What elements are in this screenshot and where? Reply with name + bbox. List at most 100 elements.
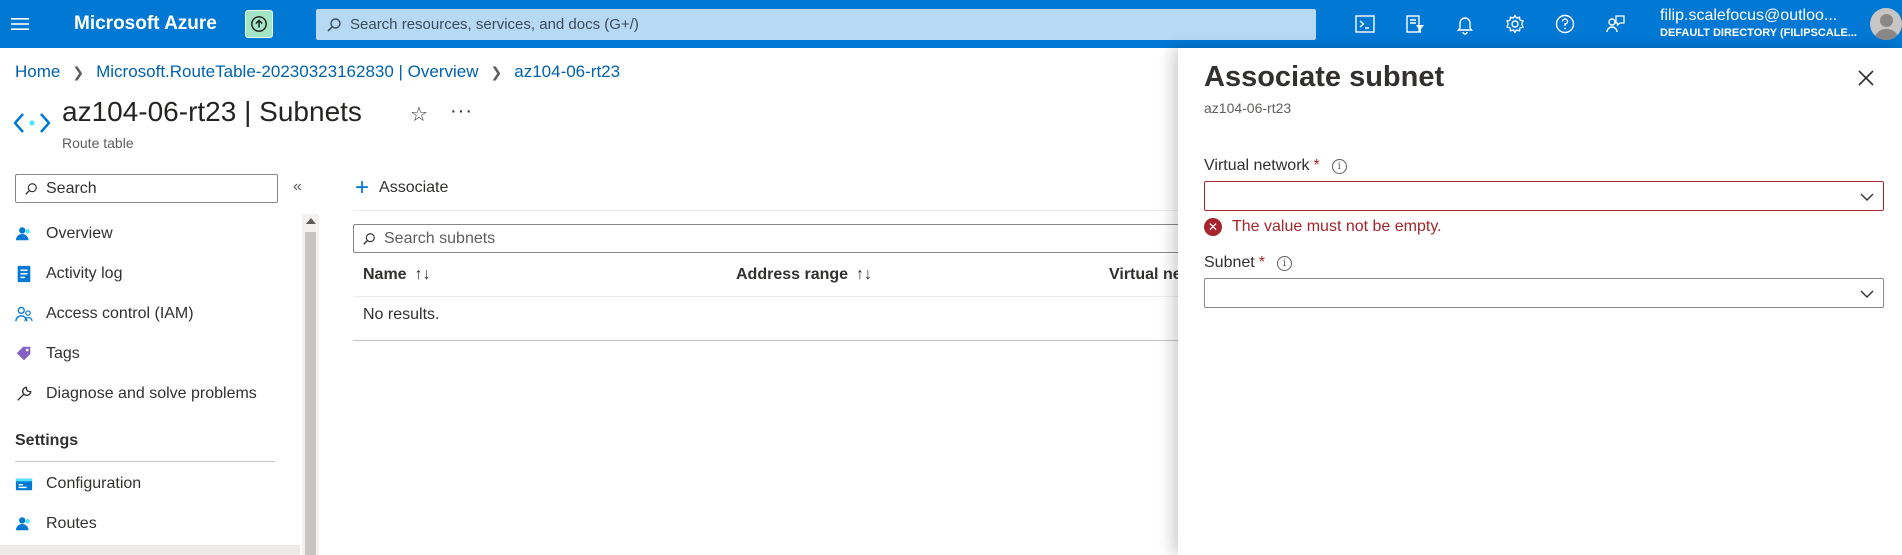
info-icon[interactable]: i: [1276, 255, 1292, 271]
arrow-up-circle-icon: [250, 16, 267, 32]
associate-label: Associate: [379, 179, 449, 196]
breadcrumb-home[interactable]: Home: [15, 62, 60, 82]
resource-name: az104-06-rt23: [62, 96, 237, 127]
required-mark: *: [1258, 254, 1265, 271]
nav-item-label: Overview: [46, 225, 113, 242]
breadcrumb: Home ❯ Microsoft.RouteTable-202303231628…: [15, 62, 620, 82]
nav-search-placeholder: Search: [46, 179, 97, 197]
hamburger-icon: [11, 18, 29, 30]
nav-item-activity-log[interactable]: Activity log: [0, 254, 300, 294]
account-directory: DEFAULT DIRECTORY (FILIPSCALE...: [1660, 27, 1857, 39]
gear-icon: [1506, 14, 1524, 34]
subnet-search-placeholder: Search subnets: [384, 229, 496, 247]
required-mark: *: [1313, 157, 1320, 174]
feedback-icon: [1606, 15, 1625, 33]
portal-menu-button[interactable]: [0, 0, 40, 48]
people-icon: [15, 306, 33, 322]
no-results-text: No results.: [363, 306, 440, 323]
tag-icon: [16, 346, 31, 361]
column-header-label: Name: [363, 266, 407, 283]
breadcrumb-route-table[interactable]: az104-06-rt23: [514, 62, 620, 82]
nav-item-label: Activity log: [46, 265, 123, 282]
table-bottom-divider: [353, 340, 1183, 341]
nav-item-routes[interactable]: Routes: [0, 504, 300, 544]
breadcrumb-routetable-overview[interactable]: Microsoft.RouteTable-20230323162830 | Ov…: [96, 62, 478, 82]
nav-item-label: Configuration: [46, 475, 142, 492]
nav-item-tags[interactable]: Tags: [0, 334, 300, 374]
search-icon: [363, 232, 375, 245]
brand-title[interactable]: Microsoft Azure: [74, 13, 217, 35]
upgrade-button[interactable]: [244, 10, 273, 38]
chevron-down-icon: [1860, 290, 1874, 298]
column-header-name[interactable]: Name ↑↓: [363, 266, 431, 284]
directory-filter-button[interactable]: [1390, 0, 1440, 48]
scroll-up-icon[interactable]: [306, 218, 316, 224]
table-header-divider: [353, 296, 1183, 297]
panel-subtitle: az104-06-rt23: [1204, 100, 1292, 116]
virtual-network-label-text: Virtual network: [1204, 157, 1310, 174]
column-header-address-range[interactable]: Address range ↑↓: [736, 266, 872, 284]
panel-title: Associate subnet: [1204, 61, 1445, 93]
nav-scrollbar[interactable]: [302, 214, 319, 555]
column-header-virtual-network[interactable]: Virtual ne: [1109, 266, 1182, 284]
global-search-input[interactable]: Search resources, services, and docs (G+…: [316, 9, 1316, 40]
cloud-shell-button[interactable]: [1340, 0, 1390, 48]
sort-icon: ↑↓: [856, 266, 873, 283]
top-bar: Microsoft Azure Search resources, servic…: [0, 0, 1902, 48]
nav-item-configuration[interactable]: Configuration: [0, 464, 300, 504]
page-title: az104-06-rt23 | Subnets: [62, 96, 362, 128]
command-bar-divider: [353, 210, 1183, 211]
activity-log-icon: [17, 265, 31, 283]
virtual-network-dropdown[interactable]: [1204, 181, 1884, 211]
collapse-menu-icon[interactable]: «: [293, 178, 302, 196]
validation-error: ✕ The value must not be empty.: [1204, 218, 1442, 236]
chevron-right-icon: ❯: [490, 63, 503, 80]
global-search-placeholder: Search resources, services, and docs (G+…: [350, 16, 639, 33]
overview-icon: [15, 227, 30, 241]
account-email: filip.scalefocus@outloo...: [1660, 7, 1838, 24]
nav-section-settings: Settings: [15, 432, 79, 449]
nav-search-input[interactable]: Search: [15, 174, 278, 203]
favorite-star-icon[interactable]: ☆: [410, 102, 428, 127]
nav-item-overview[interactable]: Overview: [0, 214, 300, 254]
subnet-label-text: Subnet: [1204, 254, 1255, 271]
sort-icon: ↑↓: [414, 266, 431, 283]
subnet-dropdown[interactable]: [1204, 278, 1884, 308]
terminal-icon: [1355, 15, 1375, 33]
nav-item-label: Access control (IAM): [46, 305, 194, 322]
nav-menu: Overview Activity log Access control (IA…: [0, 214, 300, 414]
notifications-button[interactable]: [1440, 0, 1490, 48]
validation-error-text: The value must not be empty.: [1232, 218, 1442, 235]
column-header-label: Address range: [736, 266, 849, 283]
routes-icon: [15, 517, 30, 531]
page-subtitle: Route table: [62, 135, 134, 151]
nav-item-diagnose[interactable]: Diagnose and solve problems: [0, 374, 300, 414]
subnet-search-input[interactable]: Search subnets: [353, 224, 1183, 253]
settings-button[interactable]: [1490, 0, 1540, 48]
configuration-icon: [15, 478, 33, 491]
close-icon[interactable]: [1854, 66, 1878, 90]
associate-button[interactable]: + Associate: [355, 176, 448, 200]
scrollbar-thumb[interactable]: [305, 232, 316, 555]
more-options-icon[interactable]: ···: [450, 100, 473, 123]
nav-item-access-control[interactable]: Access control (IAM): [0, 294, 300, 334]
route-table-icon: [14, 113, 50, 133]
help-button[interactable]: [1540, 0, 1590, 48]
nav-item-label: Diagnose and solve problems: [46, 385, 257, 402]
directory-filter-icon: [1406, 15, 1424, 33]
plus-icon: +: [355, 174, 370, 201]
associate-subnet-panel: Associate subnet az104-06-rt23 Virtual n…: [1178, 48, 1902, 555]
help-icon: [1555, 14, 1575, 34]
nav-item-label: Routes: [46, 515, 97, 532]
feedback-button[interactable]: [1590, 0, 1640, 48]
search-icon: [25, 182, 37, 195]
subnet-label: Subnet * i: [1204, 254, 1292, 272]
account-menu[interactable]: filip.scalefocus@outloo... DEFAULT DIREC…: [1660, 7, 1860, 39]
nav-item-label: Tags: [46, 345, 80, 362]
nav-item-next[interactable]: [0, 545, 300, 555]
avatar[interactable]: [1870, 8, 1902, 40]
info-icon[interactable]: i: [1331, 158, 1347, 174]
nav-divider: [15, 461, 275, 462]
chevron-down-icon: [1860, 193, 1874, 201]
bell-icon: [1457, 17, 1473, 35]
